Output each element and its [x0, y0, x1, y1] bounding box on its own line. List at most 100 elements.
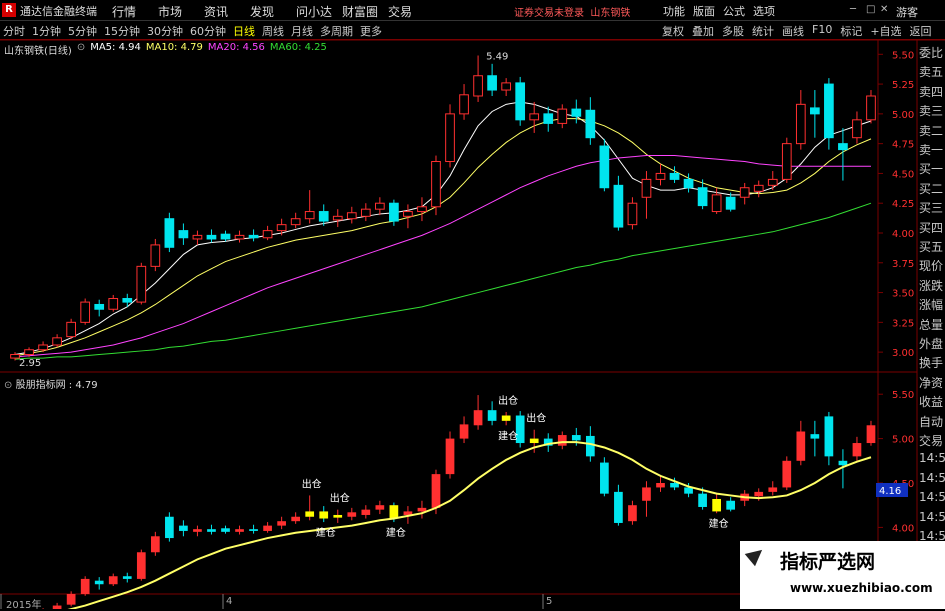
candle-body-24	[346, 212, 357, 220]
ind-body-10	[150, 536, 160, 553]
ind-body-40	[571, 435, 581, 441]
ind-body-34	[487, 410, 497, 421]
quote-field-3: 卖三	[919, 104, 944, 119]
candle-body-9	[136, 265, 147, 303]
candle-body-33	[473, 75, 483, 97]
ind-body-49	[698, 493, 707, 507]
ind-body-42	[600, 462, 609, 494]
candle-body-52	[739, 187, 750, 198]
watermark: 指标严选网 www.xuezhibiao.com	[740, 541, 945, 609]
signal-label-1: 建仓	[316, 526, 336, 539]
ind-axis-label-0: 5.50	[892, 390, 914, 401]
main-axis-label-3: 4.75	[892, 140, 914, 151]
candle-body-46	[655, 172, 666, 180]
ind-body-45	[642, 487, 651, 501]
ind-body-27	[389, 505, 399, 519]
quote-field-17: 净资	[919, 375, 944, 390]
candle-body-44	[627, 202, 638, 226]
candle-body-31	[445, 113, 455, 163]
main-axis-label-1: 5.25	[892, 80, 914, 91]
candle-body-40	[571, 108, 582, 117]
candle-body-48	[683, 178, 694, 189]
candle-body-7	[108, 298, 119, 310]
signal-label-4: 出仓	[498, 394, 518, 407]
candle-body-2	[38, 344, 48, 351]
ind-body-13	[193, 529, 202, 532]
ind-body-55	[782, 460, 792, 488]
quote-field-22: 14:56	[919, 470, 945, 485]
quote-field-5: 卖一	[919, 143, 944, 157]
ind-body-25	[361, 509, 371, 515]
quote-field-11: 现价	[919, 259, 944, 274]
ind-axis-label-3: 4.00	[892, 523, 914, 534]
candle-body-39	[557, 108, 568, 124]
quote-field-24: 14:56	[919, 509, 945, 524]
candle-body-23	[332, 215, 343, 221]
signal-label-2: 出仓	[330, 492, 350, 505]
date-label-april: 4	[226, 596, 233, 607]
quote-field-23: 14:56	[919, 490, 945, 505]
ind-body-50	[712, 498, 721, 512]
candle-body-37	[529, 113, 540, 121]
candle-body-5	[80, 301, 91, 323]
candle-body-14	[206, 234, 217, 240]
quote-field-16: 换手	[919, 356, 944, 371]
ind-body-30	[431, 474, 441, 508]
ind-body-46	[656, 483, 665, 488]
candle-body-56	[795, 103, 806, 145]
signal-label-0: 出仓	[302, 477, 322, 490]
candle-body-1	[24, 349, 34, 356]
candle-body-54	[767, 178, 778, 186]
candle-body-34	[487, 75, 497, 91]
candle-body-30	[431, 161, 441, 208]
quote-field-18: 收益	[919, 395, 944, 410]
quote-field-2: 卖四	[919, 84, 944, 99]
candle-body-26	[375, 202, 385, 210]
candle-body-41	[585, 109, 596, 139]
quote-field-19: 自动	[919, 414, 944, 429]
candle-body-12	[178, 230, 189, 239]
quote-field-14: 总量	[919, 317, 944, 332]
main-axis-label-0: 5.50	[892, 50, 914, 61]
ind-body-21	[305, 511, 315, 517]
candle-body-42	[599, 145, 610, 189]
ind-body-23	[333, 514, 343, 518]
ind-body-7	[108, 576, 118, 585]
ind-body-17	[249, 529, 258, 531]
ind-body-56	[796, 431, 806, 461]
candle-body-32	[459, 94, 469, 115]
main-axis-label-10: 3.00	[892, 348, 914, 359]
ind-body-58	[824, 416, 834, 457]
quote-field-21: 14:56	[919, 451, 945, 466]
main-axis-label-6: 4.00	[892, 229, 914, 240]
ind-body-44	[628, 505, 637, 522]
candle-body-15	[220, 233, 231, 240]
candle-body-38	[543, 113, 554, 124]
kline-chart[interactable]: 5.50 5.25 5.00 4.75 4.50 4.25 4.00 3.75 3.50 3.25…	[0, 0, 945, 609]
candle-body-25	[360, 208, 371, 217]
signal-label-3: 建仓	[386, 526, 406, 539]
candle-body-27	[389, 202, 399, 222]
candle-body-8	[122, 298, 133, 303]
candle-body-13	[192, 234, 203, 240]
signal-label-5: 建仓	[498, 429, 518, 442]
quote-field-15: 外盘	[919, 337, 944, 351]
ind-body-4	[66, 594, 76, 605]
date-label-may: 5	[546, 596, 553, 607]
watermark-url: www.xuezhibiao.com	[790, 581, 933, 595]
candle-body-4	[66, 321, 76, 338]
ind-body-53	[754, 491, 764, 497]
candle-body-50	[711, 194, 722, 213]
ind-body-20	[291, 516, 301, 522]
ind-body-47	[670, 483, 679, 488]
quote-field-7: 买二	[919, 181, 944, 196]
ind-body-48	[684, 487, 693, 494]
candle-body-29	[417, 206, 427, 213]
candle-body-59	[838, 143, 848, 151]
ind-body-15	[221, 528, 230, 532]
candle-body-57	[810, 107, 820, 115]
candle-body-43	[613, 184, 624, 228]
candle-body-60	[852, 119, 862, 139]
ind-body-59	[838, 460, 848, 466]
candle-body-61	[866, 95, 876, 121]
